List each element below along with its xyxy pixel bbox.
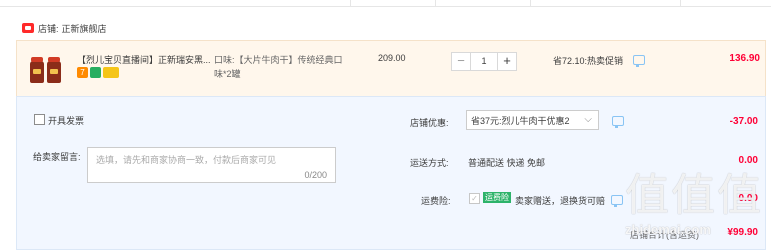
shop-discount-amount: -37.00	[729, 116, 758, 127]
header-divider	[435, 0, 436, 6]
shipping-amount: 0.00	[738, 155, 758, 166]
message-label: 给卖家留言:	[33, 152, 81, 162]
product-title-link[interactable]: 【烈儿宝贝直播间】正新瑞安黑...	[77, 53, 210, 66]
insurance-label: 运费险:	[421, 196, 451, 206]
credit-card-badge-icon	[103, 67, 119, 78]
chevron-down-icon: ⌵	[584, 114, 592, 125]
insurance-tag: 运费险	[483, 192, 511, 203]
shipping-method: 普通配送 快递 免邮	[468, 158, 546, 168]
header-divider	[680, 0, 681, 6]
message-placeholder: 选填，请先和商家协商一致，付款后商家可见	[96, 155, 277, 165]
header-divider	[350, 0, 351, 6]
shop-name-link[interactable]: 正新旗舰店	[62, 22, 107, 35]
invoice-label: 开具发票	[48, 116, 85, 126]
watermark-url: zhidemai.com	[625, 222, 711, 237]
quantity-stepper: − 1 +	[451, 52, 517, 71]
insurance-description: 卖家赠送，退换货可赔	[515, 196, 606, 206]
decrease-quantity-button[interactable]: −	[451, 52, 471, 71]
promo-info-icon[interactable]	[633, 55, 645, 67]
seven-day-return-badge: 7	[77, 67, 88, 78]
item-subtotal: 136.90	[729, 53, 760, 64]
message-textarea[interactable]: 选填，请先和商家协商一致，付款后商家可见 0/200	[87, 147, 336, 183]
shop-discount-label: 店铺优惠:	[410, 118, 449, 128]
increase-quantity-button[interactable]: +	[497, 52, 517, 71]
header-divider	[530, 0, 531, 6]
product-jar-image	[47, 57, 61, 83]
insurance-checkbox-checked[interactable]: ✓	[469, 193, 480, 204]
order-item-row	[16, 40, 766, 97]
shop-bar: 店铺: 正新旗舰店	[0, 20, 107, 36]
spec-line: 口味:【大片牛肉干】传统经典口	[214, 55, 343, 65]
product-jar-image	[30, 57, 44, 83]
shipping-label: 运送方式:	[410, 158, 449, 168]
product-spec: 口味:【大片牛肉干】传统经典口 味*2罐	[214, 53, 354, 81]
message-char-counter: 0/200	[304, 170, 327, 180]
watermark-logo: 值值值	[625, 170, 763, 221]
discount-info-icon[interactable]	[612, 116, 624, 128]
unit-price: 209.00	[378, 53, 406, 63]
shop-label: 店铺:	[38, 23, 59, 34]
insurance-info-icon[interactable]	[611, 195, 623, 207]
quantity-input[interactable]: 1	[471, 52, 497, 71]
promotion-text: 省72.10:热卖促销	[553, 56, 624, 66]
table-header-line	[0, 0, 771, 7]
shop-icon	[22, 23, 34, 33]
product-thumbnail[interactable]	[30, 53, 64, 83]
spec-line: 味*2罐	[214, 69, 241, 79]
invoice-checkbox[interactable]	[34, 114, 45, 125]
shop-discount-select[interactable]: 省37元:烈儿牛肉干优惠2 ⌵	[466, 110, 599, 130]
shop-discount-selected: 省37元:烈儿牛肉干优惠2	[471, 116, 570, 126]
guarantee-badge-icon	[90, 67, 101, 78]
